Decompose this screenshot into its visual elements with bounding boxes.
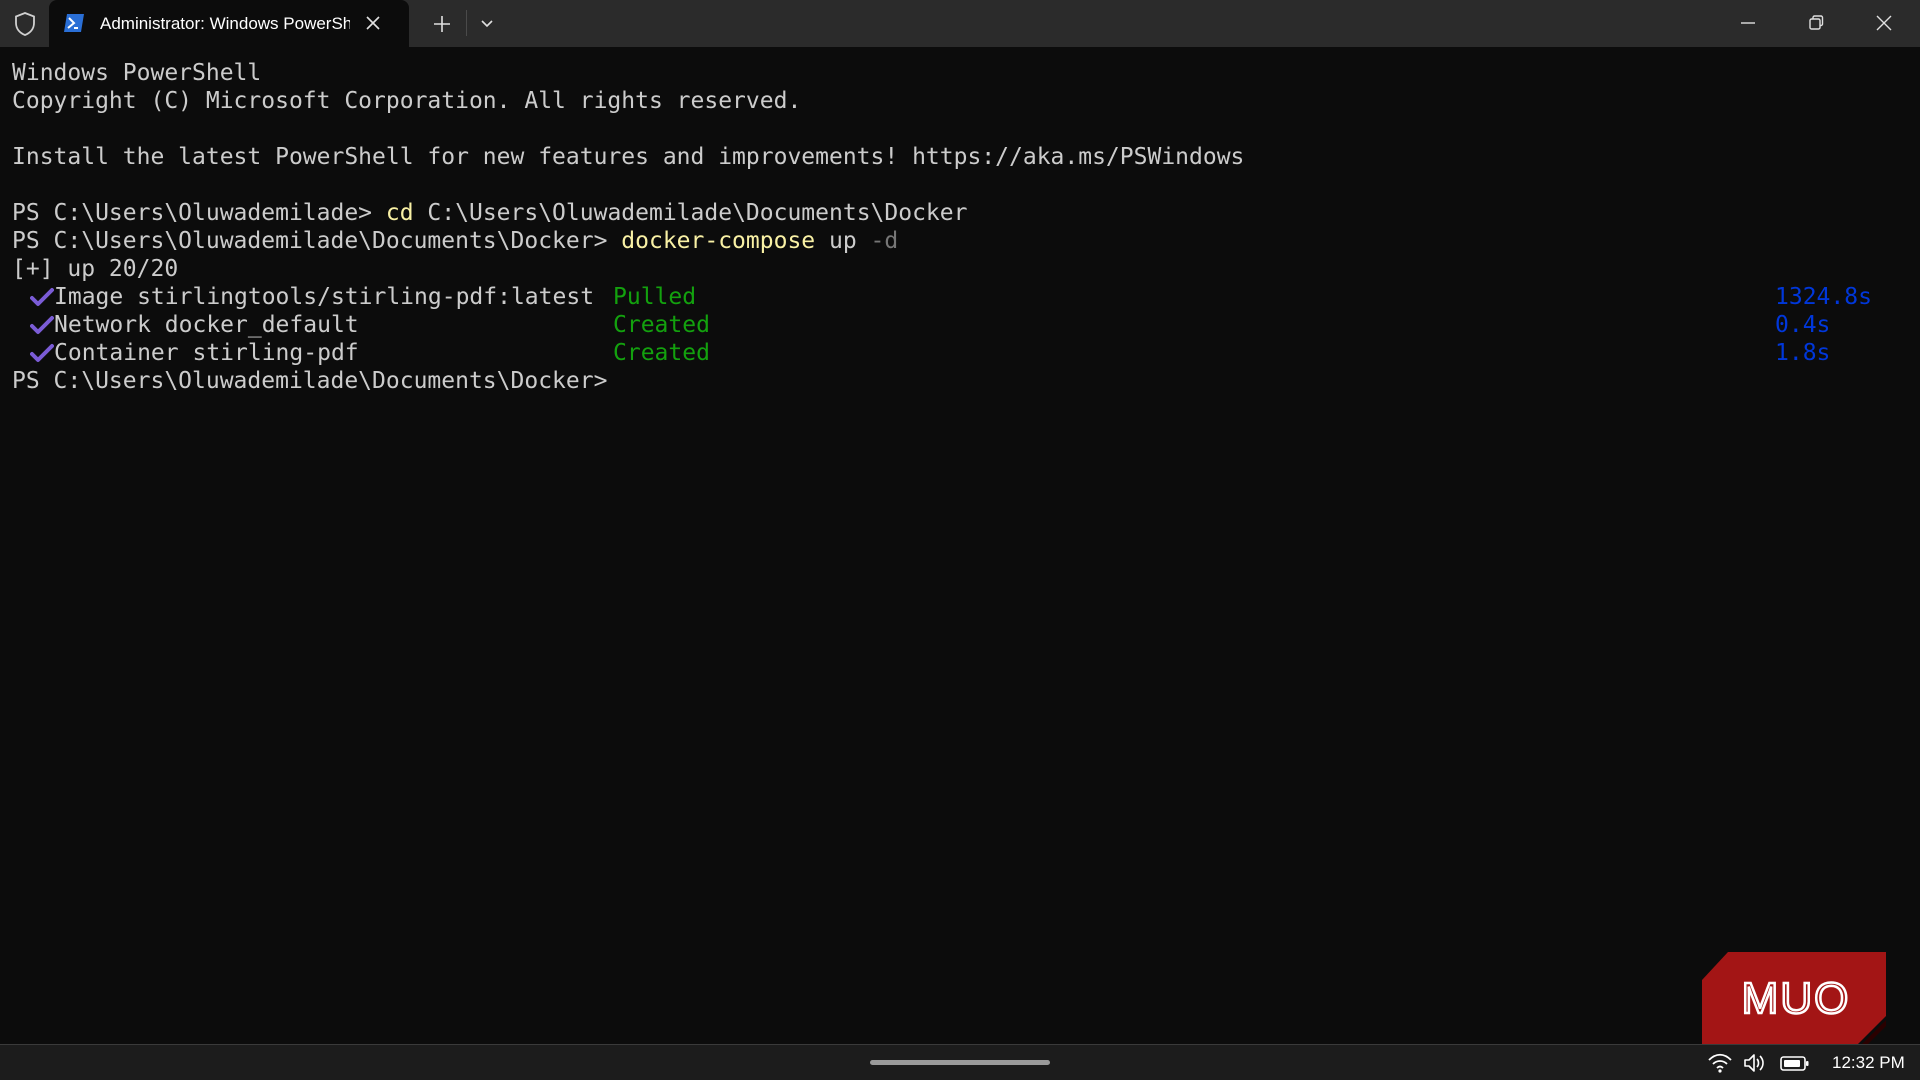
service-time: 1324.8s <box>1775 284 1872 310</box>
command-flag: -d <box>870 228 899 254</box>
powershell-icon <box>63 13 85 33</box>
wifi-icon[interactable] <box>1707 1051 1733 1075</box>
service-name: Container stirling-pdf <box>54 340 359 366</box>
new-tab-button[interactable] <box>430 12 454 36</box>
minimize-icon <box>1741 22 1755 24</box>
command-line-compose: PS C:\Users\Oluwademilade\Documents\Dock… <box>12 227 898 255</box>
taskbar-clock[interactable]: 12:32 PM <box>1832 1052 1905 1074</box>
tab-title: Administrator: Windows PowerShell <box>100 14 350 33</box>
command-keyword: cd <box>385 200 414 226</box>
tab-separator <box>466 10 467 36</box>
command-line-cd: PS C:\Users\Oluwademilade> cd C:\Users\O… <box>12 199 967 227</box>
terminal-output[interactable]: Windows PowerShell Copyright (C) Microso… <box>0 47 1920 1044</box>
volume-icon[interactable] <box>1742 1051 1768 1075</box>
restore-button[interactable] <box>1804 11 1828 35</box>
service-status: Created <box>613 340 710 366</box>
current-prompt: PS C:\Users\Oluwademilade\Documents\Dock… <box>12 368 608 394</box>
checkmark-icon <box>30 313 54 337</box>
tab-powershell[interactable]: Administrator: Windows PowerShell <box>49 0 409 47</box>
command-keyword: docker-compose <box>621 228 816 254</box>
title-bar: Administrator: Windows PowerShell <box>0 0 1920 47</box>
command-args: C:\Users\Oluwademilade\Documents\Docker <box>413 200 968 226</box>
taskbar: 12:32 PM <box>0 1044 1920 1080</box>
checkmark-icon <box>30 341 54 365</box>
home-indicator[interactable] <box>870 1060 1050 1065</box>
prompt: PS C:\Users\Oluwademilade> <box>12 200 386 226</box>
battery-icon[interactable] <box>1780 1051 1809 1075</box>
tab-dropdown-button[interactable] <box>478 14 496 32</box>
close-window-button[interactable] <box>1872 11 1896 35</box>
close-icon <box>1876 15 1892 31</box>
service-time: 1.8s <box>1775 340 1831 366</box>
prompt: PS C:\Users\Oluwademilade\Documents\Dock… <box>12 228 622 254</box>
copyright-line: Copyright (C) Microsoft Corporation. All… <box>12 88 802 114</box>
restore-icon <box>1809 15 1824 30</box>
install-hint-line: Install the latest PowerShell for new fe… <box>12 144 1245 170</box>
shield-icon <box>12 11 38 37</box>
service-status: Created <box>613 312 710 338</box>
service-time: 0.4s <box>1775 312 1831 338</box>
plus-icon <box>434 16 450 32</box>
banner-line: Windows PowerShell <box>12 60 262 86</box>
checkmark-icon <box>30 285 54 309</box>
command-args: up <box>815 228 871 254</box>
minimize-button[interactable] <box>1736 11 1760 35</box>
watermark-text: MUO <box>1742 974 1851 1023</box>
close-tab-icon[interactable] <box>364 14 382 32</box>
service-name: Image stirlingtools/stirling-pdf:latest <box>54 284 595 310</box>
service-status: Pulled <box>613 284 697 310</box>
progress-line: [+] up 20/20 <box>12 256 179 282</box>
muo-watermark-logo: MUO <box>1702 952 1886 1044</box>
service-name: Network docker_default <box>54 312 359 338</box>
chevron-down-icon <box>481 20 493 28</box>
